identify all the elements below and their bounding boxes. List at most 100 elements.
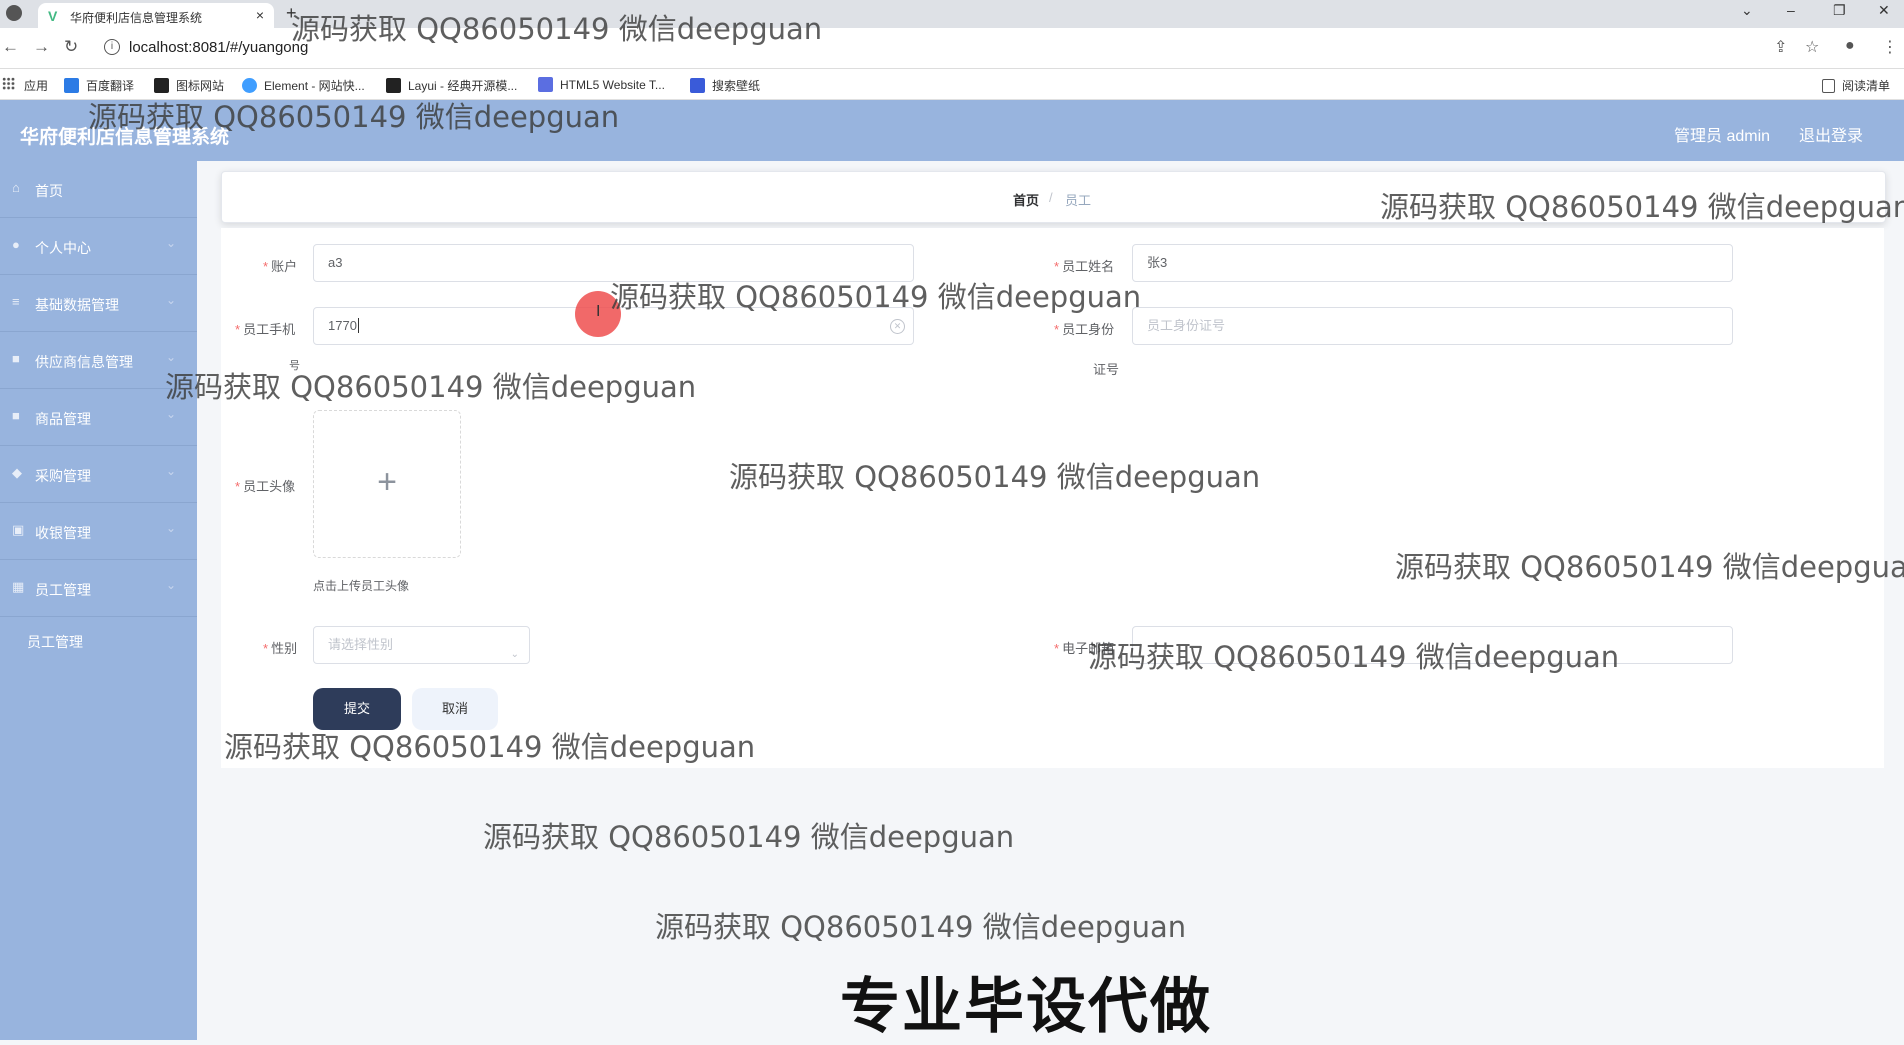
browser-tab-bar: V 华府便利店信息管理系统 × + ⌄ – ❐ ✕ (0, 0, 1904, 28)
html5-website-icon (538, 77, 553, 92)
share-icon[interactable]: ⇪ (1774, 37, 1787, 57)
watermark-text: 源码获取 QQ86050149 微信deepguan (483, 820, 1015, 854)
text-cursor-icon: I (596, 303, 601, 320)
logout-link[interactable]: 退出登录 (1799, 122, 1863, 146)
staff-icon: ▦ (12, 579, 25, 594)
sidebar-item-base-data[interactable]: ≡ 基础数据管理 ⌄ (0, 275, 197, 332)
staff-idcard-input[interactable]: 员工身份证号 (1132, 307, 1733, 345)
bookmark-baidu-translate[interactable]: 百度翻译 (64, 77, 134, 94)
chevron-down-icon: ⌄ (166, 521, 177, 535)
sidebar-item-label: 收银管理 (35, 525, 91, 541)
home-icon: ⌂ (12, 180, 20, 195)
upload-tip: 点击上传员工头像 (313, 579, 410, 593)
restore-icon[interactable]: ❐ (1833, 2, 1846, 19)
vue-favicon-icon: V (48, 8, 58, 24)
window-close-icon[interactable]: ✕ (1878, 2, 1890, 19)
sidebar-item-label: 采购管理 (35, 468, 91, 484)
account-label: * 账户 (263, 259, 298, 274)
staff-idcard-label-line2: 证号 (1093, 362, 1120, 377)
sidebar-item-cashier[interactable]: ▣ 收银管理 ⌄ (0, 503, 197, 560)
admin-user-label: 管理员 admin (1674, 128, 1771, 145)
avatar-uploader[interactable]: + (313, 410, 461, 558)
gender-placeholder: 请选择性别 (328, 637, 394, 652)
watermark-text: 源码获取 QQ86050149 微信deepguan (165, 370, 697, 404)
chevron-down-icon: ⌄ (166, 236, 177, 250)
sidebar-item-label: 商品管理 (35, 411, 91, 427)
staff-phone-value: 1770 (328, 318, 357, 333)
purchase-icon: ◆ (12, 465, 22, 480)
tab-close-icon[interactable]: × (256, 7, 264, 23)
chevron-down-icon: ⌄ (166, 293, 177, 307)
sidebar-item-label: 基础数据管理 (35, 297, 119, 313)
chevron-down-icon: ⌄ (166, 464, 177, 478)
sidebar-item-label: 首页 (35, 183, 63, 199)
minimize-icon[interactable]: – (1787, 2, 1795, 18)
clear-input-icon[interactable]: ✕ (890, 319, 905, 334)
watermark-text: 源码获取 QQ86050149 微信deepguan (610, 280, 1142, 314)
reading-list[interactable]: 阅读清单 (1822, 77, 1890, 94)
sidebar-item-personal-center[interactable]: ● 个人中心 ⌄ (0, 218, 197, 275)
sidebar-item-home[interactable]: ⌂ 首页 (0, 161, 197, 218)
chevron-down-icon: ⌄ (166, 407, 177, 421)
sidebar-item-label: 员工管理 (35, 582, 91, 598)
browser-menu-icon[interactable] (6, 5, 22, 21)
browser-more-icon[interactable]: ⋮ (1882, 37, 1898, 57)
layui-icon (386, 78, 401, 93)
element-icon (242, 78, 257, 93)
watermark-text: 源码获取 QQ86050149 微信deepguan (1088, 640, 1620, 674)
tab-title: 华府便利店信息管理系统 (70, 11, 203, 25)
watermark-text: 源码获取 QQ86050149 微信deepguan (655, 910, 1187, 944)
gender-select[interactable]: 请选择性别 ⌄ (313, 626, 530, 664)
breadcrumb-home[interactable]: 首页 (1013, 190, 1039, 209)
tab-search-icon[interactable]: ⌄ (1741, 2, 1753, 19)
bookmark-layui[interactable]: Layui - 经典开源模... (386, 77, 517, 94)
bookmark-icon-site[interactable]: 图标网站 (154, 77, 224, 94)
staff-name-input[interactable]: 张3 (1132, 244, 1733, 282)
reload-icon[interactable]: ↻ (64, 37, 78, 57)
staff-name-label: * 员工姓名 (1054, 259, 1115, 274)
list-icon: ≡ (12, 294, 20, 309)
wallpaper-icon (690, 78, 705, 93)
browser-tab[interactable]: V 华府便利店信息管理系统 × (38, 3, 274, 28)
cashier-icon: ▣ (12, 522, 25, 537)
gender-label: * 性别 (263, 641, 298, 656)
icon-site-icon (154, 78, 169, 93)
site-info-icon[interactable]: i (104, 39, 120, 55)
staff-idcard-label: * 员工身份 (1054, 322, 1115, 337)
apps-grid-icon (2, 77, 15, 90)
avatar-label: * 员工头像 (235, 479, 296, 494)
watermark-text: 源码获取 QQ86050149 微信deepguan (291, 12, 823, 46)
breadcrumb-separator: / (1049, 190, 1053, 205)
bookmark-star-icon[interactable]: ☆ (1805, 37, 1819, 57)
bookmark-element[interactable]: Element - 网站快... (242, 77, 365, 94)
text-caret (357, 318, 359, 333)
watermark-text: 源码获取 QQ86050149 微信deepguan (1395, 550, 1904, 584)
sidebar-item-staff[interactable]: ▦ 员工管理 ⌄ (0, 560, 197, 617)
forward-icon[interactable]: → (33, 37, 50, 57)
sidebar-subitem-staff-management[interactable]: 员工管理 (0, 611, 197, 667)
watermark-text: 源码获取 QQ86050149 微信deepguan (88, 100, 620, 134)
chevron-down-icon: ⌄ (166, 578, 177, 592)
breadcrumb-current: 员工 (1065, 193, 1092, 208)
profile-icon[interactable]: ● (1845, 37, 1855, 55)
browser-toolbar: ← → ↻ i localhost:8081/#/yuangong ⇪ ☆ ● … (0, 28, 1904, 69)
user-icon: ● (12, 237, 20, 252)
back-icon[interactable]: ← (2, 37, 19, 57)
bookmark-wallpaper[interactable]: 搜索壁纸 (690, 77, 760, 94)
sidebar-item-label: 个人中心 (35, 240, 91, 256)
baidu-translate-icon (64, 78, 79, 93)
supplier-icon: ■ (12, 351, 20, 366)
chevron-down-icon: ⌄ (510, 649, 519, 660)
bookmark-apps[interactable]: 应用 (24, 77, 48, 94)
sidebar-item-purchase[interactable]: ◆ 采购管理 ⌄ (0, 446, 197, 503)
watermark-text: 源码获取 QQ86050149 微信deepguan (729, 460, 1261, 494)
watermark-text: 源码获取 QQ86050149 微信deepguan (224, 730, 756, 764)
address-bar[interactable]: localhost:8081/#/yuangong (129, 39, 308, 56)
goods-icon: ■ (12, 408, 20, 423)
watermark-text: 源码获取 QQ86050149 微信deepguan (1380, 190, 1904, 224)
chevron-down-icon: ⌄ (166, 350, 177, 364)
bookmark-html5-website[interactable]: HTML5 Website T... (538, 77, 665, 92)
reading-list-icon (1822, 79, 1835, 93)
plus-icon: + (377, 463, 397, 501)
promo-banner-text: 专业毕设代做 (840, 972, 1212, 1042)
